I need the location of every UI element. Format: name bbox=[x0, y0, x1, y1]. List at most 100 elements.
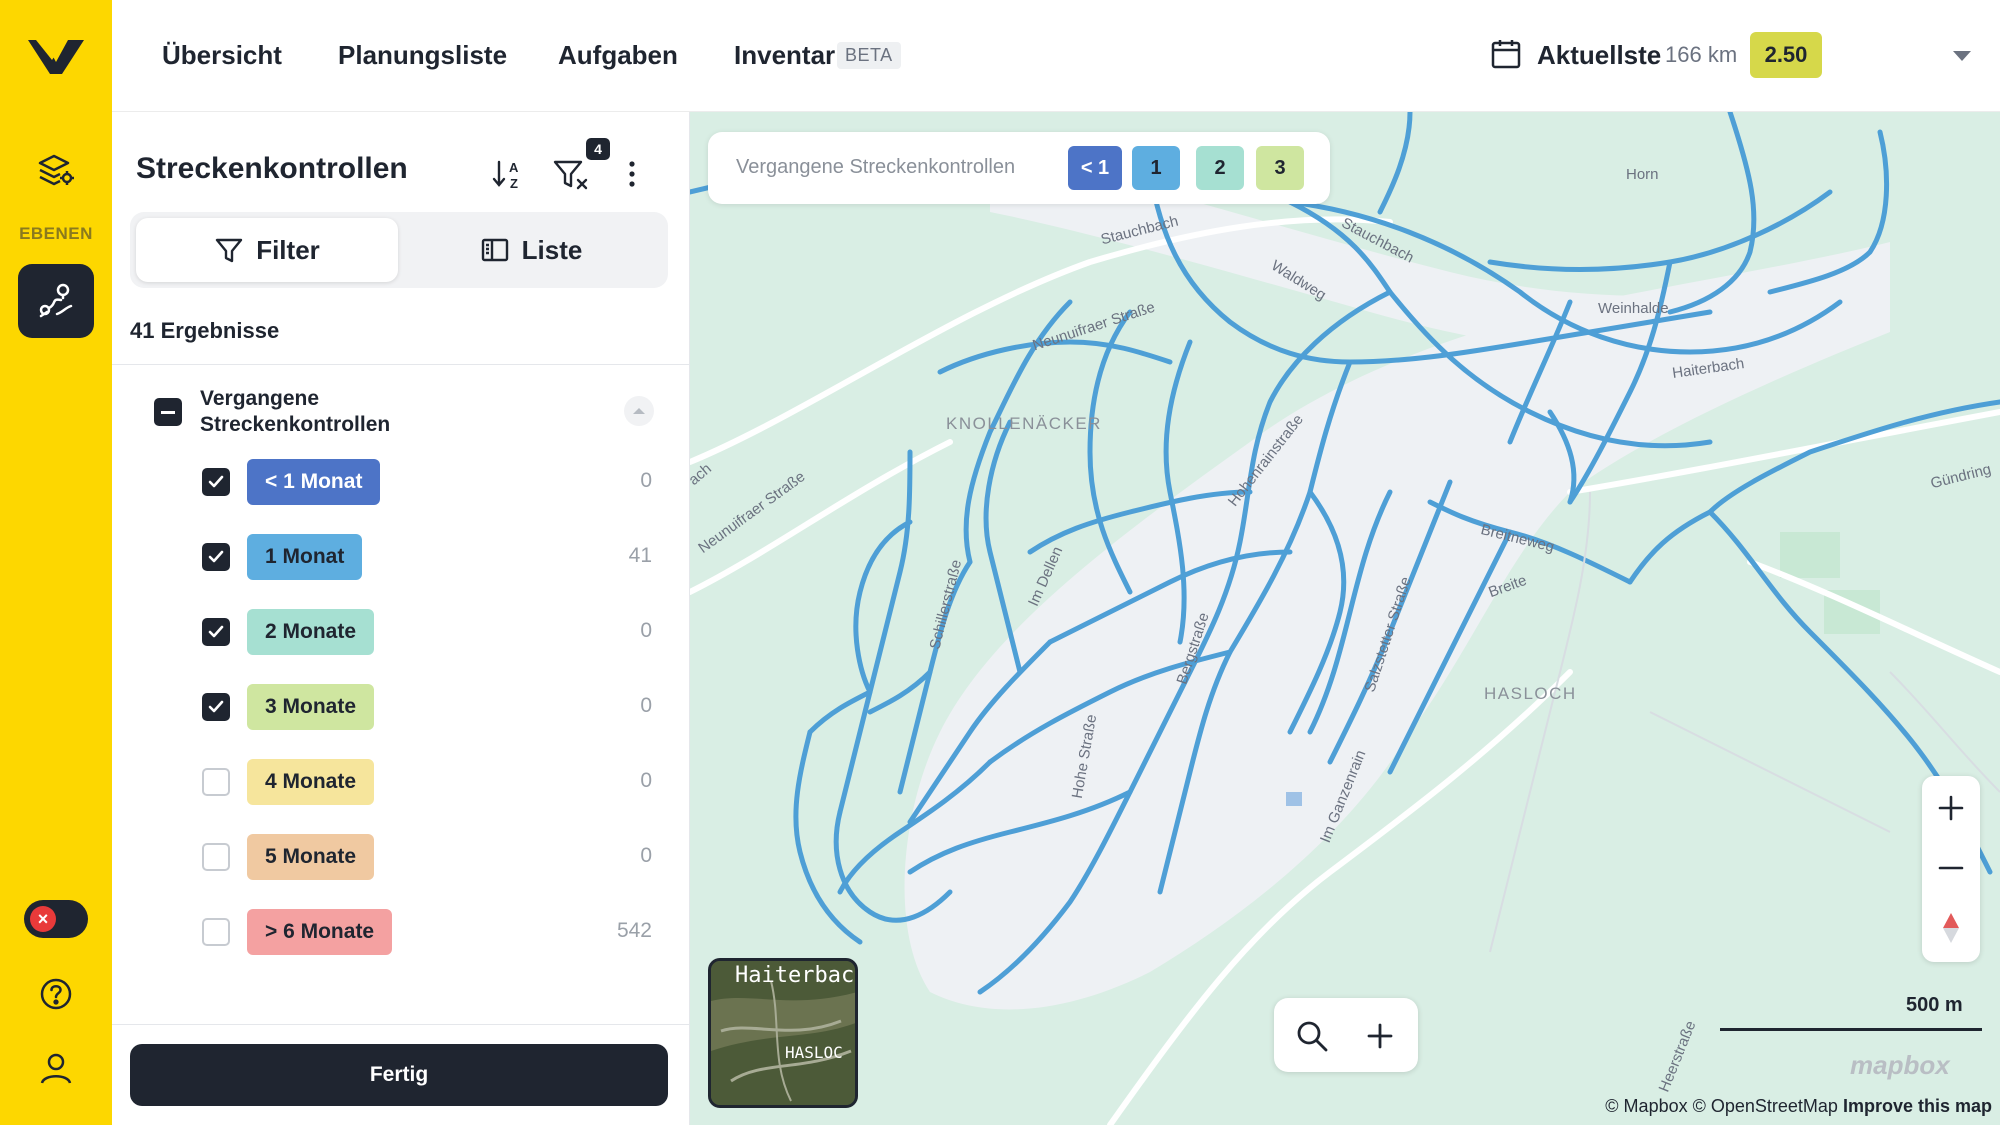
svg-text:Z: Z bbox=[510, 176, 518, 191]
legend-chip[interactable]: < 1 bbox=[1068, 146, 1122, 190]
beta-badge: BETA bbox=[837, 42, 901, 69]
street-label: Weinhalde bbox=[1598, 300, 1669, 317]
filter-icon bbox=[216, 238, 243, 263]
logo-icon[interactable] bbox=[26, 36, 86, 76]
svg-text:A: A bbox=[509, 160, 519, 175]
filter-row[interactable]: 1 Monat 41 bbox=[112, 527, 690, 587]
field-area bbox=[1780, 532, 1840, 578]
filter-checkbox[interactable] bbox=[202, 843, 230, 871]
filter-row[interactable]: 5 Monate 0 bbox=[112, 827, 690, 887]
user-icon[interactable] bbox=[38, 1050, 74, 1086]
filter-checkbox[interactable] bbox=[202, 468, 230, 496]
check-icon bbox=[208, 475, 224, 488]
age-chip: 1 Monat bbox=[247, 534, 363, 580]
score-badge: 2.50 bbox=[1750, 32, 1822, 78]
place-label: Horn bbox=[1626, 166, 1659, 183]
nav-item-inventory[interactable]: Inventar bbox=[734, 40, 835, 71]
sort-icon[interactable]: A Z bbox=[490, 154, 530, 194]
close-icon: × bbox=[30, 906, 56, 932]
result-count: 41 bbox=[628, 544, 652, 567]
view-segmented-control: Filter Liste bbox=[130, 212, 668, 288]
scale-bar bbox=[1720, 1028, 1982, 1031]
mapbox-logo: mapbox bbox=[1850, 1050, 1950, 1080]
check-icon bbox=[208, 550, 224, 563]
age-chip: 5 Monate bbox=[247, 834, 375, 880]
check-icon bbox=[208, 625, 224, 638]
left-rail: EBENEN × bbox=[0, 0, 112, 1125]
filter-row[interactable]: 3 Monate 0 bbox=[112, 677, 690, 737]
minimap-label: HASLOC bbox=[785, 1043, 843, 1062]
improve-map-link[interactable]: Improve this map bbox=[1843, 1096, 1992, 1116]
done-button[interactable]: Fertig bbox=[130, 1044, 668, 1106]
result-count: 542 bbox=[616, 919, 652, 942]
age-chip: < 1 Monat bbox=[247, 459, 381, 505]
nav-item-planning-list[interactable]: Planungsliste bbox=[338, 40, 507, 71]
filter-checkbox[interactable] bbox=[202, 693, 230, 721]
filter-clear-icon[interactable] bbox=[552, 154, 592, 194]
nav-item-tasks[interactable]: Aufgaben bbox=[558, 40, 678, 71]
filter-checkbox[interactable] bbox=[202, 618, 230, 646]
route-icon bbox=[39, 283, 73, 318]
district-label: KNOLLENÄCKER bbox=[946, 414, 1102, 433]
attribution-text[interactable]: © Mapbox © OpenStreetMap bbox=[1605, 1096, 1838, 1116]
tab-list[interactable]: Liste bbox=[400, 218, 662, 282]
map-search-controls bbox=[1274, 998, 1418, 1072]
result-count: 0 bbox=[640, 844, 652, 867]
legend-chip[interactable]: 1 bbox=[1132, 146, 1180, 190]
chevron-up-icon[interactable] bbox=[624, 396, 654, 426]
legend-chip[interactable]: 2 bbox=[1196, 146, 1244, 190]
filter-row[interactable]: 4 Monate 0 bbox=[112, 752, 690, 812]
help-icon[interactable] bbox=[38, 976, 74, 1012]
age-chip: 2 Monate bbox=[247, 609, 375, 655]
filter-row[interactable]: < 1 Monat 0 bbox=[112, 452, 690, 512]
filter-row[interactable]: > 6 Monate 542 bbox=[112, 902, 690, 962]
filter-checkbox[interactable] bbox=[202, 918, 230, 946]
divider bbox=[112, 364, 690, 365]
layer-toggle[interactable]: × bbox=[24, 900, 88, 938]
compass-icon[interactable] bbox=[1922, 898, 1980, 958]
calendar-icon[interactable] bbox=[1490, 38, 1522, 70]
filter-panel: Streckenkontrollen A Z 4 Filter Liste 41… bbox=[112, 112, 690, 1125]
filter-row[interactable]: 2 Monate 0 bbox=[112, 602, 690, 662]
date-range-label[interactable]: Aktuellste bbox=[1537, 40, 1661, 71]
tab-filter[interactable]: Filter bbox=[136, 218, 398, 282]
result-count: 0 bbox=[640, 769, 652, 792]
add-icon[interactable] bbox=[1358, 1014, 1402, 1058]
map-canvas[interactable] bbox=[690, 112, 2000, 1125]
age-chip: 4 Monate bbox=[247, 759, 375, 805]
nav-item-overview[interactable]: Übersicht bbox=[162, 40, 282, 71]
divider bbox=[112, 1024, 690, 1025]
scale-label: 500 m bbox=[1906, 994, 1963, 1016]
map-legend: Vergangene Streckenkontrollen < 1123 bbox=[708, 132, 1330, 204]
tab-list-label: Liste bbox=[521, 234, 583, 265]
list-view-icon bbox=[481, 238, 508, 262]
route-layer-button[interactable] bbox=[18, 264, 94, 338]
legend-chip[interactable]: 3 bbox=[1256, 146, 1304, 190]
filter-checkbox[interactable] bbox=[202, 768, 230, 796]
check-icon bbox=[208, 700, 224, 713]
chevron-down-icon[interactable] bbox=[1950, 46, 1974, 66]
distance-value: 166 km bbox=[1665, 42, 1738, 67]
legend-title: Vergangene Streckenkontrollen bbox=[736, 156, 1016, 178]
filter-count-badge: 4 bbox=[586, 138, 610, 160]
filter-checkbox[interactable] bbox=[202, 543, 230, 571]
group-checkbox[interactable] bbox=[154, 398, 182, 426]
zoom-in-icon[interactable] bbox=[1922, 778, 1980, 838]
building-marker bbox=[1286, 792, 1302, 806]
satellite-minimap[interactable]: Haiterbach HASLOC bbox=[708, 958, 858, 1108]
district-label: HASLOCH bbox=[1484, 684, 1577, 703]
tab-filter-label: Filter bbox=[256, 234, 320, 265]
result-count: 0 bbox=[640, 469, 652, 492]
layers-settings-icon[interactable] bbox=[34, 148, 78, 192]
zoom-control bbox=[1922, 776, 1980, 962]
zoom-out-icon[interactable] bbox=[1922, 838, 1980, 898]
map-attribution: © Mapbox © OpenStreetMap Improve this ma… bbox=[1605, 1096, 1992, 1117]
result-count: 0 bbox=[640, 694, 652, 717]
search-icon[interactable] bbox=[1290, 1014, 1334, 1058]
map-view[interactable]: Horn Stauchbach Stauchbach Waldweg Weinh… bbox=[690, 112, 2000, 1125]
results-count: 41 Ergebnisse bbox=[130, 318, 280, 343]
age-chip: > 6 Monate bbox=[247, 909, 393, 955]
result-count: 0 bbox=[640, 619, 652, 642]
more-vertical-icon[interactable] bbox=[624, 156, 640, 192]
group-title[interactable]: Vergangene Streckenkontrollen bbox=[200, 386, 460, 438]
